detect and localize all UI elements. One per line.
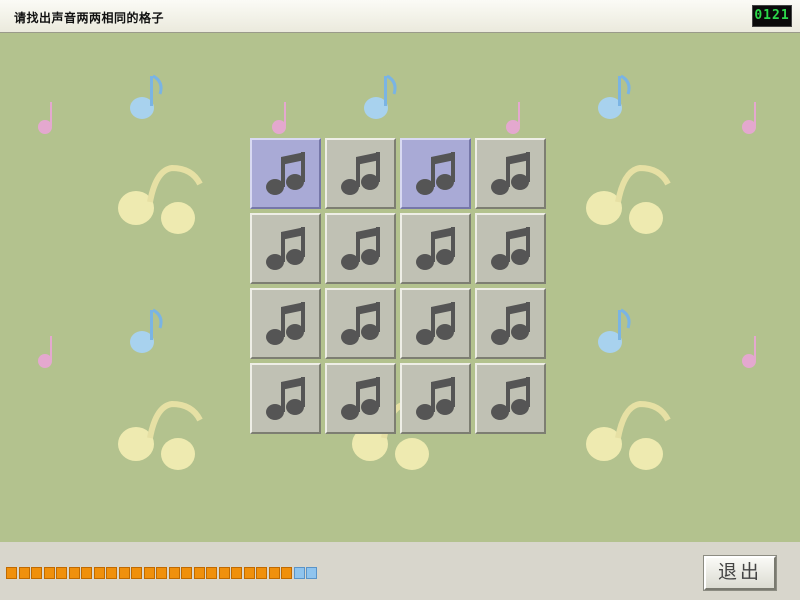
music-note-icon xyxy=(341,152,380,195)
deco-blue-note-icon xyxy=(598,74,631,119)
progress-segment xyxy=(43,567,55,579)
progress-segment xyxy=(218,567,230,579)
instruction-title: 请找出声音两两相同的格子 xyxy=(14,11,165,25)
music-note-icon xyxy=(341,227,380,270)
deco-yellow-note-icon xyxy=(118,164,203,234)
progress-segment xyxy=(281,567,292,579)
card-cell[interactable] xyxy=(475,288,546,359)
deco-blue-note-icon xyxy=(130,74,163,119)
progress-segment xyxy=(168,567,180,579)
music-note-icon xyxy=(266,302,305,345)
progress-segment xyxy=(268,567,280,579)
card-cell[interactable] xyxy=(325,213,396,284)
progress-segment xyxy=(181,567,192,579)
deco-yellow-note-icon xyxy=(586,400,671,470)
timer-display: 0121 xyxy=(752,5,792,27)
deco-pink-note-icon xyxy=(38,336,52,368)
deco-blue-note-icon xyxy=(364,74,397,119)
music-note-icon xyxy=(341,377,380,420)
music-note-icon xyxy=(491,152,530,195)
progress-segment xyxy=(31,567,42,579)
music-note-icon xyxy=(416,227,455,270)
music-note-icon xyxy=(491,302,530,345)
music-note-icon xyxy=(491,227,530,270)
progress-segment xyxy=(231,567,242,579)
card-cell[interactable] xyxy=(400,213,471,284)
card-cell[interactable] xyxy=(325,138,396,209)
deco-pink-note-icon xyxy=(38,102,52,134)
card-cell[interactable] xyxy=(250,213,321,284)
music-note-icon xyxy=(416,377,455,420)
card-cell[interactable] xyxy=(475,213,546,284)
title-bar: 请找出声音两两相同的格子 0121 xyxy=(0,0,800,33)
progress-segment xyxy=(156,567,167,579)
progress-segment xyxy=(56,567,67,579)
progress-segment xyxy=(256,567,267,579)
progress-segment xyxy=(6,567,17,579)
deco-blue-note-icon xyxy=(598,308,631,353)
deco-blue-note-icon xyxy=(130,308,163,353)
music-note-icon xyxy=(266,227,305,270)
music-note-icon xyxy=(341,302,380,345)
card-cell[interactable] xyxy=(400,363,471,434)
deco-yellow-note-icon xyxy=(586,164,671,234)
progress-segment xyxy=(293,567,305,579)
music-note-icon xyxy=(416,152,455,195)
progress-segment xyxy=(106,567,117,579)
progress-segment xyxy=(306,567,317,579)
music-note-icon xyxy=(266,152,305,195)
card-cell[interactable] xyxy=(475,363,546,434)
progress-segment xyxy=(206,567,217,579)
progress-segment xyxy=(143,567,155,579)
progress-segment xyxy=(81,567,92,579)
progress-segment xyxy=(243,567,255,579)
music-note-icon xyxy=(416,302,455,345)
card-cell[interactable] xyxy=(250,288,321,359)
card-cell[interactable] xyxy=(400,138,471,209)
progress-segment xyxy=(93,567,105,579)
deco-pink-note-icon xyxy=(272,102,286,134)
deco-pink-note-icon xyxy=(742,336,756,368)
card-cell[interactable] xyxy=(250,363,321,434)
card-grid xyxy=(250,138,550,438)
progress-segment xyxy=(18,567,30,579)
progress-segment xyxy=(131,567,142,579)
progress-segment xyxy=(193,567,205,579)
card-cell[interactable] xyxy=(325,363,396,434)
card-cell[interactable] xyxy=(475,138,546,209)
progress-segment xyxy=(68,567,80,579)
music-note-icon xyxy=(266,377,305,420)
card-cell[interactable] xyxy=(400,288,471,359)
deco-yellow-note-icon xyxy=(118,400,203,470)
music-note-icon xyxy=(491,377,530,420)
deco-pink-note-icon xyxy=(742,102,756,134)
exit-button[interactable]: 退出 xyxy=(703,555,777,591)
deco-pink-note-icon xyxy=(506,102,520,134)
card-cell[interactable] xyxy=(250,138,321,209)
progress-segment xyxy=(118,567,130,579)
card-cell[interactable] xyxy=(325,288,396,359)
